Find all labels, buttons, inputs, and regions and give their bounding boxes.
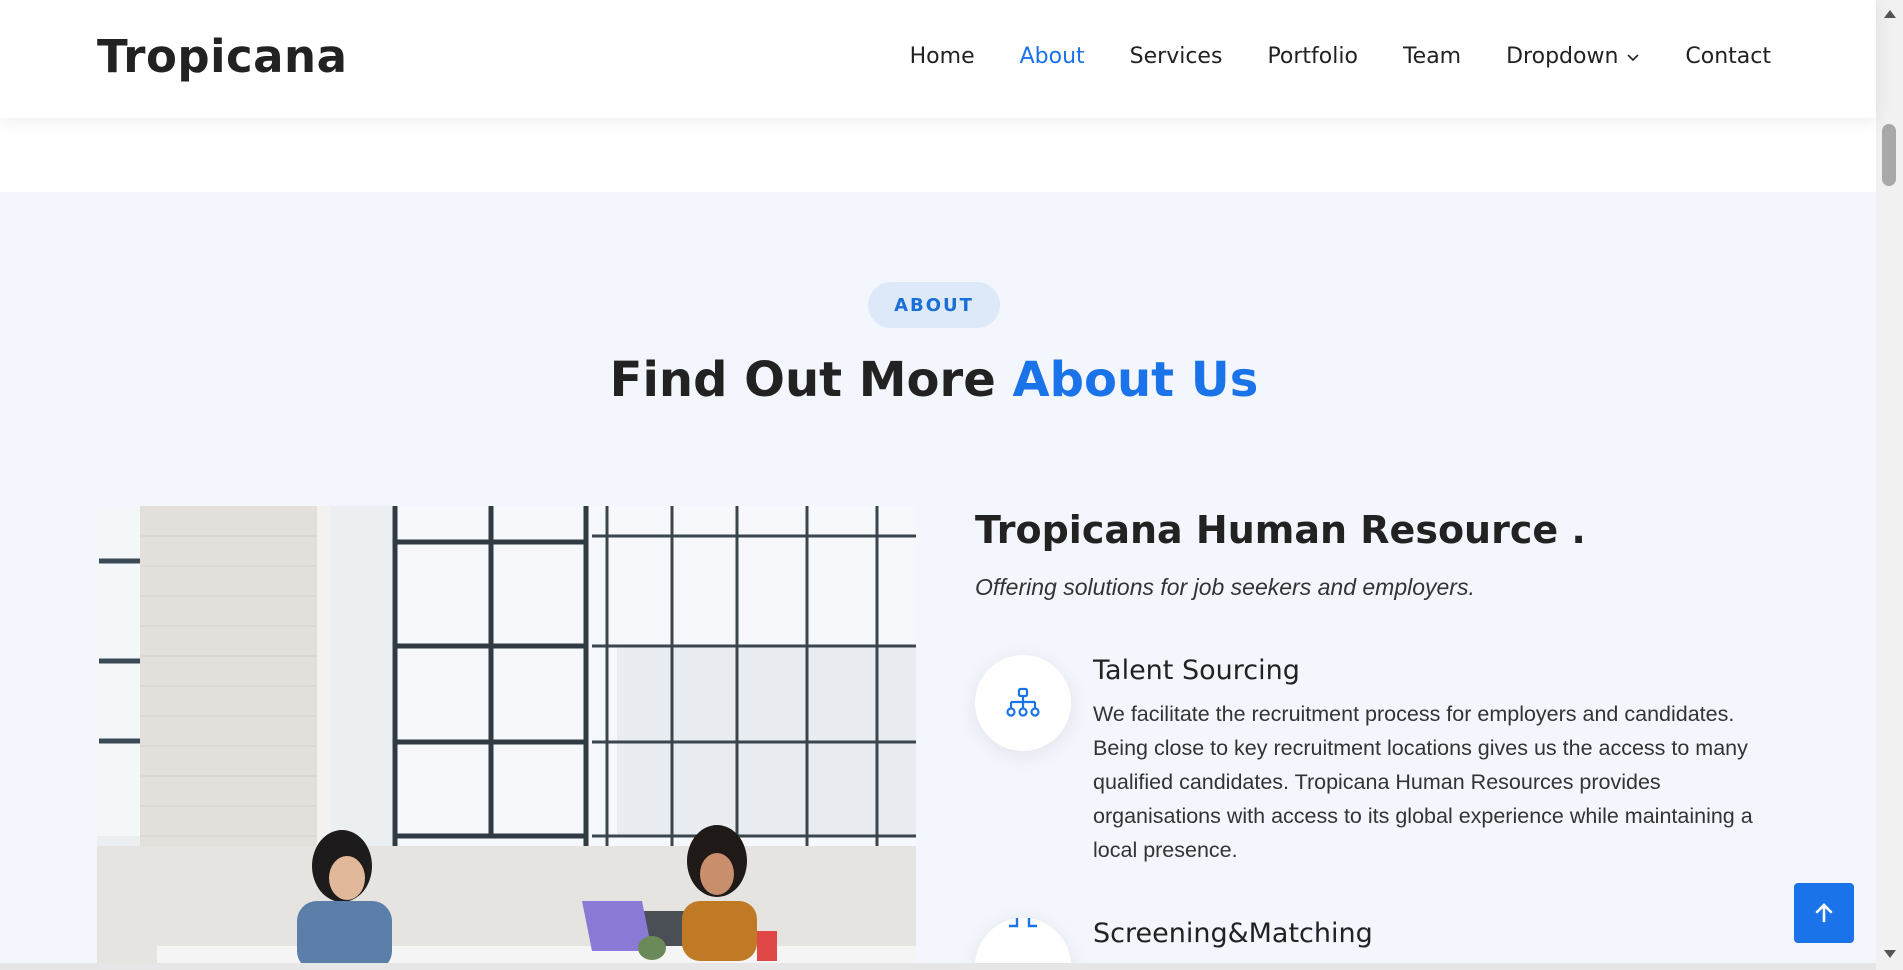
- scroll-up-arrow-icon[interactable]: [1884, 10, 1896, 18]
- nav-contact[interactable]: Contact: [1685, 44, 1771, 69]
- nav-dropdown[interactable]: Dropdown: [1506, 44, 1640, 69]
- section-badge: ABOUT: [868, 282, 1000, 328]
- nav-team[interactable]: Team: [1403, 44, 1461, 69]
- office-photo-illustration: [97, 506, 916, 966]
- fullscreen-exit-icon: [1009, 918, 1037, 928]
- back-to-top-button[interactable]: [1794, 883, 1854, 943]
- section-title-plain: Find Out More: [609, 352, 996, 408]
- vertical-scrollbar[interactable]: [1876, 0, 1903, 970]
- about-section: ABOUT Find Out More About Us Tropicana H…: [0, 192, 1876, 970]
- about-content: Tropicana Human Resource . Offering solu…: [975, 506, 1775, 601]
- nav-portfolio[interactable]: Portfolio: [1267, 44, 1358, 69]
- nav-about[interactable]: About: [1020, 44, 1085, 69]
- arrow-up-icon: [1815, 903, 1833, 923]
- horizontal-scrollbar[interactable]: [0, 963, 1876, 970]
- header-spacer: [0, 118, 1876, 192]
- office-photo: [97, 506, 916, 966]
- feature-talent-sourcing: Talent Sourcing We facilitate the recrui…: [975, 655, 1775, 875]
- section-title-highlight: About Us: [1012, 352, 1259, 408]
- diagram-3-icon: [1006, 687, 1040, 717]
- main-nav: Home About Services Portfolio Team Dropd…: [865, 44, 1771, 69]
- feature-title: Screening&Matching: [1093, 918, 1373, 949]
- scroll-down-arrow-icon[interactable]: [1884, 950, 1896, 958]
- about-heading: Tropicana Human Resource .: [975, 508, 1586, 552]
- site-logo[interactable]: Tropicana: [97, 30, 347, 83]
- section-title: Find Out More About Us: [0, 352, 1868, 408]
- nav-home[interactable]: Home: [910, 44, 975, 69]
- feature-icon-circle: [975, 655, 1071, 751]
- feature-text: We facilitate the recruitment process fo…: [1093, 702, 1753, 862]
- about-subheading: Offering solutions for job seekers and e…: [975, 574, 1475, 600]
- site-header: Tropicana Home About Services Portfolio …: [0, 0, 1876, 118]
- nav-services[interactable]: Services: [1130, 44, 1223, 69]
- feature-title: Talent Sourcing: [1093, 655, 1300, 686]
- scroll-thumb[interactable]: [1882, 124, 1896, 186]
- chevron-down-icon: [1627, 53, 1639, 61]
- nav-dropdown-label: Dropdown: [1506, 44, 1619, 69]
